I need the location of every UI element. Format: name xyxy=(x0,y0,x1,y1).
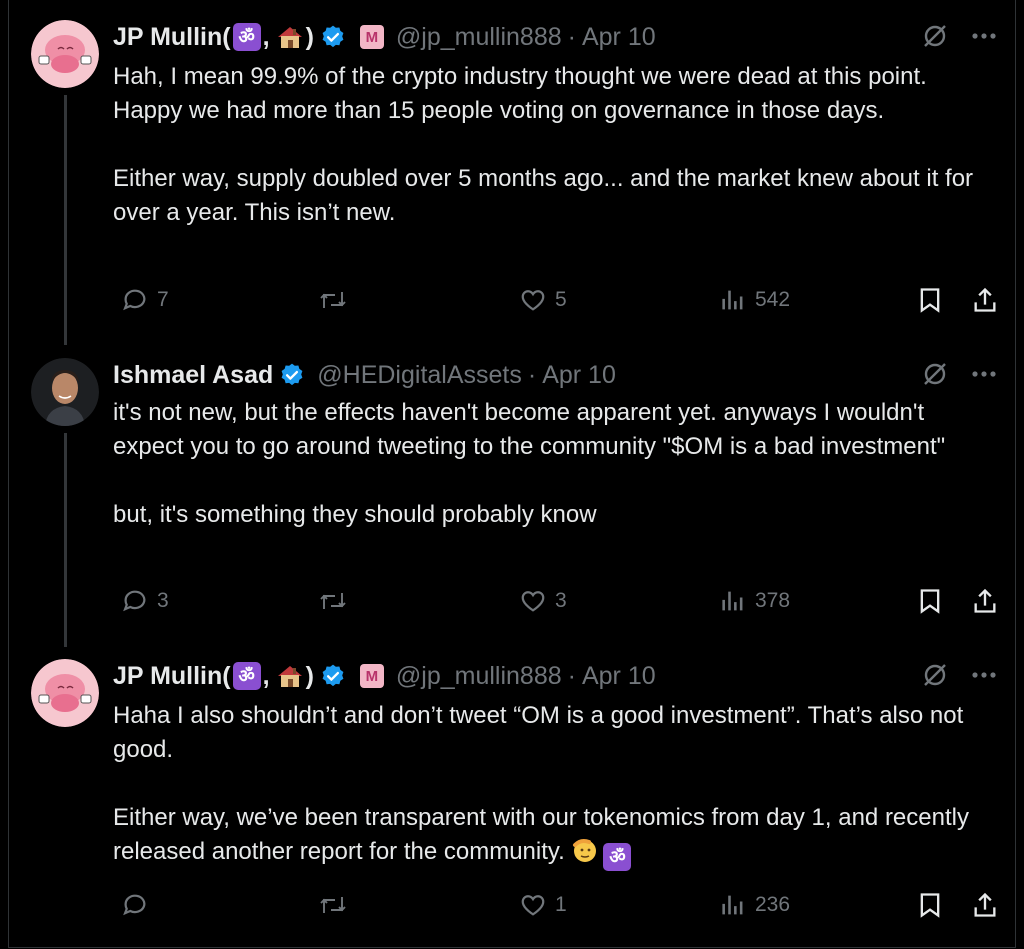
bookmark-button[interactable] xyxy=(917,587,943,615)
house-emoji-icon xyxy=(276,24,304,50)
like-icon xyxy=(519,587,547,615)
verified-icon xyxy=(320,663,346,689)
grok-icon[interactable] xyxy=(921,661,949,689)
timestamp[interactable]: Apr 10 xyxy=(582,662,656,691)
views-button[interactable]: 236 xyxy=(719,891,790,919)
timestamp[interactable]: Apr 10 xyxy=(582,23,656,52)
handle[interactable]: @jp_mullin888 xyxy=(396,662,562,691)
om-emoji-icon: ॐ xyxy=(232,23,261,51)
tweet-tools xyxy=(921,360,997,388)
house-emoji-icon xyxy=(276,663,304,689)
views-icon xyxy=(719,587,747,615)
grok-icon[interactable] xyxy=(921,360,949,388)
name-paren-close: ) xyxy=(305,661,314,690)
tweet-text-content: Haha I also shouldn’t and don’t tweet “O… xyxy=(113,702,969,865)
like-count: 1 xyxy=(555,893,567,916)
views-button[interactable]: 542 xyxy=(719,286,790,314)
reply-count: 7 xyxy=(157,288,169,311)
name-comma: , xyxy=(262,22,270,51)
view-count: 378 xyxy=(755,589,791,612)
separator: · xyxy=(567,22,576,51)
reply-count: 3 xyxy=(157,589,169,612)
reply-button[interactable] xyxy=(121,891,157,919)
bookmark-icon xyxy=(917,891,943,919)
reply-icon xyxy=(121,587,149,615)
share-icon xyxy=(971,891,999,919)
name-comma: , xyxy=(262,661,270,690)
m-badge-icon[interactable]: M xyxy=(359,664,384,688)
reply-button[interactable]: 3 xyxy=(121,587,169,615)
more-icon[interactable] xyxy=(971,370,997,378)
views-button[interactable]: 378 xyxy=(719,587,790,615)
like-icon xyxy=(519,891,547,919)
view-count: 542 xyxy=(755,288,791,311)
like-button[interactable]: 5 xyxy=(519,286,567,314)
tweet-text: Hah, I mean 99.9% of the crypto industry… xyxy=(113,63,974,226)
handle[interactable]: @jp_mullin888 xyxy=(396,23,562,52)
tweet-header: JP Mullin ( ॐ , ) M @jp_mullin888 · Apr … xyxy=(113,659,656,693)
separator: · xyxy=(567,661,576,690)
avatar[interactable] xyxy=(31,358,99,426)
tweet-text: Haha I also shouldn’t and don’t tweet “O… xyxy=(113,699,998,874)
views-icon xyxy=(719,286,747,314)
separator: · xyxy=(527,360,537,389)
name-paren-open: ( xyxy=(222,22,231,51)
tweet-actions: 3 3 378 xyxy=(113,587,1003,619)
tweet-actions: 7 5 542 xyxy=(113,286,1003,318)
om-emoji-icon: ॐ xyxy=(603,843,632,871)
more-icon[interactable] xyxy=(971,32,997,40)
reply-button[interactable]: 7 xyxy=(121,286,169,314)
bookmark-button[interactable] xyxy=(917,891,943,919)
name-paren-open: ( xyxy=(222,661,231,690)
like-button[interactable]: 1 xyxy=(519,891,567,919)
bookmark-icon xyxy=(917,286,943,314)
share-button[interactable] xyxy=(971,286,999,314)
share-button[interactable] xyxy=(971,891,999,919)
retweet-icon xyxy=(317,286,349,314)
share-button[interactable] xyxy=(971,587,999,615)
tweet-text: it's not new, but the effects haven't be… xyxy=(113,399,946,528)
timestamp[interactable]: Apr 10 xyxy=(542,361,616,390)
avatar[interactable] xyxy=(31,659,99,727)
saluting-face-emoji-icon xyxy=(571,836,599,874)
thread-connector xyxy=(64,433,67,647)
grok-icon[interactable] xyxy=(921,22,949,50)
more-icon[interactable] xyxy=(971,671,997,679)
like-button[interactable]: 3 xyxy=(519,587,567,615)
retweet-button[interactable] xyxy=(317,587,357,615)
display-name[interactable]: JP Mullin xyxy=(113,662,222,691)
retweet-button[interactable] xyxy=(317,286,357,314)
retweet-icon xyxy=(317,587,349,615)
name-paren-close: ) xyxy=(305,22,314,51)
like-count: 3 xyxy=(555,589,567,612)
tweet-tools xyxy=(921,661,997,689)
share-icon xyxy=(971,286,999,314)
tweet-tools xyxy=(921,22,997,50)
like-icon xyxy=(519,286,547,314)
tweet-header: JP Mullin ( ॐ , ) M @jp_mullin888 · Apr … xyxy=(113,20,656,54)
display-name[interactable]: Ishmael Asad xyxy=(113,361,273,390)
m-badge-icon[interactable]: M xyxy=(359,25,384,49)
display-name[interactable]: JP Mullin xyxy=(113,23,222,52)
tweet-actions: 1 236 xyxy=(113,891,1003,923)
share-icon xyxy=(971,587,999,615)
views-icon xyxy=(719,891,747,919)
reply-icon xyxy=(121,891,149,919)
thread-container: JP Mullin ( ॐ , ) M @jp_mullin888 · Apr … xyxy=(8,0,1016,948)
bookmark-button[interactable] xyxy=(917,286,943,314)
retweet-icon xyxy=(317,891,349,919)
tweet-header: Ishmael Asad @HEDigitalAssets · Apr 10 xyxy=(113,358,616,392)
reply-icon xyxy=(121,286,149,314)
like-count: 5 xyxy=(555,288,567,311)
bookmark-icon xyxy=(917,587,943,615)
verified-icon xyxy=(320,24,346,50)
retweet-button[interactable] xyxy=(317,891,357,919)
thread-connector xyxy=(64,95,67,345)
handle[interactable]: @HEDigitalAssets xyxy=(317,361,522,390)
om-emoji-icon: ॐ xyxy=(232,662,261,690)
verified-icon xyxy=(279,362,305,388)
view-count: 236 xyxy=(755,893,791,916)
avatar[interactable] xyxy=(31,20,99,88)
